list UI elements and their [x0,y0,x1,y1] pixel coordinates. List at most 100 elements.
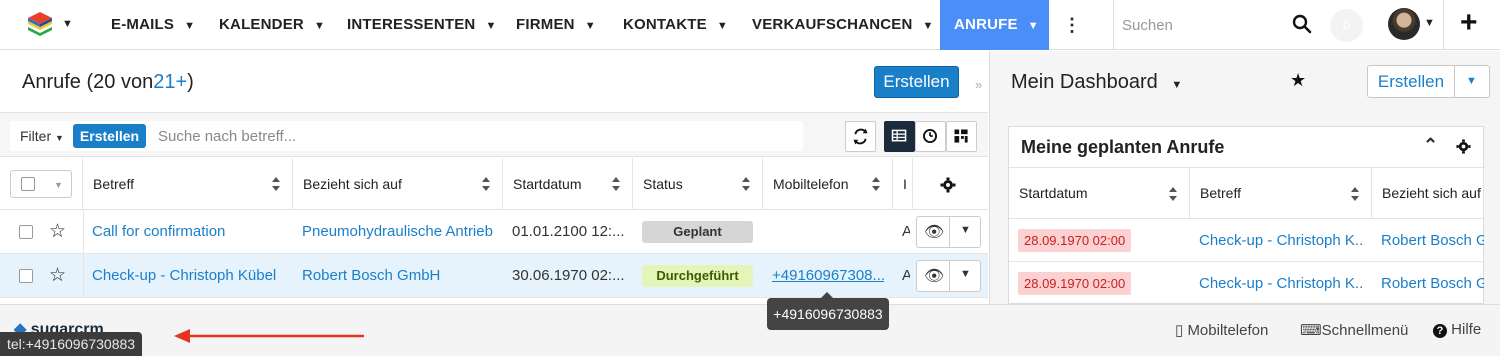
list-search-input[interactable] [158,126,558,146]
footer-link-label: Hilfe [1451,321,1482,338]
footer-shortcuts-link[interactable]: ⌨Schnellmenü [1300,321,1408,339]
user-avatar[interactable] [1388,8,1420,40]
column-header-related[interactable]: Bezieht sich auf [293,158,503,210]
record-count-link[interactable]: 21+ [153,71,187,93]
column-label: Mobiltelefon [773,176,849,192]
subject-link[interactable]: Call for confirmation [92,210,287,254]
favorite-star-icon[interactable]: ☆ [49,264,66,287]
nav-label: ANRUFE [954,16,1018,33]
dashlet-settings-gear-icon[interactable] [1456,139,1471,154]
nav-item-contacts[interactable]: KONTAKTE ▼ [623,0,728,50]
page-title: Anrufe (20 von21+) [22,71,194,94]
sort-icon [482,177,490,191]
dashboard-create-button[interactable]: Erstellen [1368,66,1454,97]
column-label: Startdatum [513,176,582,192]
chevron-down-icon[interactable]: ▼ [1466,75,1477,87]
chevron-down-icon: ▼ [55,133,64,143]
tile-view-button[interactable] [946,121,977,152]
activity-stream-button[interactable] [915,121,946,152]
sort-icon [872,177,880,191]
collapse-chevron-up-icon[interactable]: ⌃ [1423,135,1438,156]
sugar-cube-logo-icon[interactable] [26,10,54,38]
global-search-input[interactable] [1122,14,1282,36]
footer-help-link[interactable]: ? Hilfe [1433,321,1481,338]
column-header-subject[interactable]: Betreff [83,158,293,210]
favorite-star-icon[interactable]: ★ [1290,70,1306,91]
filter-dropdown[interactable]: Filter ▼ [20,128,64,144]
nav-item-calls[interactable]: ANRUFE ▼ [940,0,1049,50]
chevron-down-icon[interactable]: ▼ [585,20,596,32]
record-count-suffix: ) [187,71,194,93]
column-header-start-date[interactable]: Startdatum [503,158,633,210]
status-badge: Durchgeführt [642,265,753,287]
dashlet-row[interactable]: 28.09.1970 02:00 Check-up - Christoph K.… [1009,262,1485,305]
list-view-button[interactable] [884,121,915,152]
chevron-down-icon[interactable]: ▼ [1028,20,1039,32]
dashboard-title[interactable]: Mein Dashboard ▼ [1011,71,1182,94]
truncated-cell: A [902,223,910,240]
search-icon[interactable] [1292,14,1312,34]
refresh-icon [853,128,868,145]
record-count: (20 von [86,71,154,93]
subject-link[interactable]: Check-up - Christoph K... [1199,262,1364,305]
favorite-star-icon[interactable]: ☆ [49,220,66,243]
nav-item-emails[interactable]: E-MAILS ▼ [111,0,195,50]
refresh-button[interactable] [845,121,876,152]
sort-icon [742,177,750,191]
divider [949,217,950,247]
keyboard-icon: ⌨ [1300,322,1322,339]
chevron-down-icon[interactable]: ▼ [960,224,971,236]
preview-eye-icon[interactable]: 👁 [924,222,944,242]
table-row[interactable]: ☆ Call for confirmation Pneumohydraulisc… [0,210,988,254]
nav-label: KONTAKTE [623,16,707,33]
column-header-mobile[interactable]: Mobiltelefon [763,158,893,210]
chevron-down-icon[interactable]: ▼ [1424,17,1435,29]
nav-label: E-MAILS [111,16,175,33]
select-all-checkbox[interactable] [21,177,35,191]
chevron-down-icon[interactable]: ▼ [314,20,325,32]
start-date: 30.06.1970 02:... [512,267,625,284]
nav-item-leads[interactable]: INTERESSENTEN ▼ [347,0,497,50]
global-search [1113,0,1323,50]
row-checkbox[interactable] [19,225,33,239]
sort-icon [612,177,620,191]
nav-item-opportunities[interactable]: VERKAUFSCHANCEN ▼ [752,0,934,50]
column-header-start-date[interactable]: Startdatum [1009,168,1190,219]
column-settings-gear-icon[interactable] [940,177,956,193]
preview-eye-icon[interactable]: 👁 [924,266,944,286]
column-label: Bezieht sich auf [1382,185,1481,201]
chevron-down-icon[interactable]: ▼ [62,18,73,30]
chevron-down-icon[interactable]: ▼ [717,20,728,32]
column-header-subject[interactable]: Betreff [1190,168,1372,219]
sidebar-toggle-icon[interactable]: » [975,77,982,92]
column-header-status[interactable]: Status [633,158,763,210]
dashlet-row[interactable]: 28.09.1970 02:00 Check-up - Christoph K.… [1009,219,1485,262]
chevron-down-icon[interactable]: ▼ [923,20,934,32]
row-checkbox[interactable] [19,269,33,283]
create-button[interactable]: Erstellen [874,66,959,98]
related-link[interactable]: Pneumohydraulische Antrieb [302,210,497,254]
filter-create-button[interactable]: Erstellen [73,124,146,148]
column-header-related[interactable]: Bezieht sich auf [1372,168,1484,219]
subject-link[interactable]: Check-up - Christoph Kübel [92,254,287,298]
footer-mobile-link[interactable]: ▯ Mobiltelefon [1175,321,1268,339]
more-menu-icon[interactable]: ⋮ [1063,0,1081,50]
nav-item-calendar[interactable]: KALENDER ▼ [219,0,325,50]
notifications-badge[interactable]: 0 [1330,9,1363,42]
table-row[interactable]: ☆ Check-up - Christoph Kübel Robert Bosc… [0,254,988,298]
module-title: Anrufe [22,71,81,93]
chevron-down-icon[interactable]: ▼ [184,20,195,32]
nav-item-accounts[interactable]: FIRMEN ▼ [516,0,596,50]
related-link[interactable]: Robert Bosch G [1381,219,1484,262]
chevron-down-icon[interactable]: ▼ [960,268,971,280]
related-link[interactable]: Robert Bosch G [1381,262,1484,305]
start-date: 01.01.2100 12:... [512,223,625,240]
related-link[interactable]: Robert Bosch GmbH [302,254,497,298]
subject-link[interactable]: Check-up - Christoph K... [1199,219,1364,262]
quick-create-plus-icon[interactable]: + [1460,8,1478,38]
chevron-down-icon[interactable]: ▼ [485,20,496,32]
chevron-down-icon: ▼ [1171,79,1183,91]
divider [83,210,84,254]
select-all-dropdown[interactable]: ▼ [10,170,72,198]
dashboard-pane: Mein Dashboard ▼ ★ Erstellen ▼ Meine gep… [989,51,1500,305]
